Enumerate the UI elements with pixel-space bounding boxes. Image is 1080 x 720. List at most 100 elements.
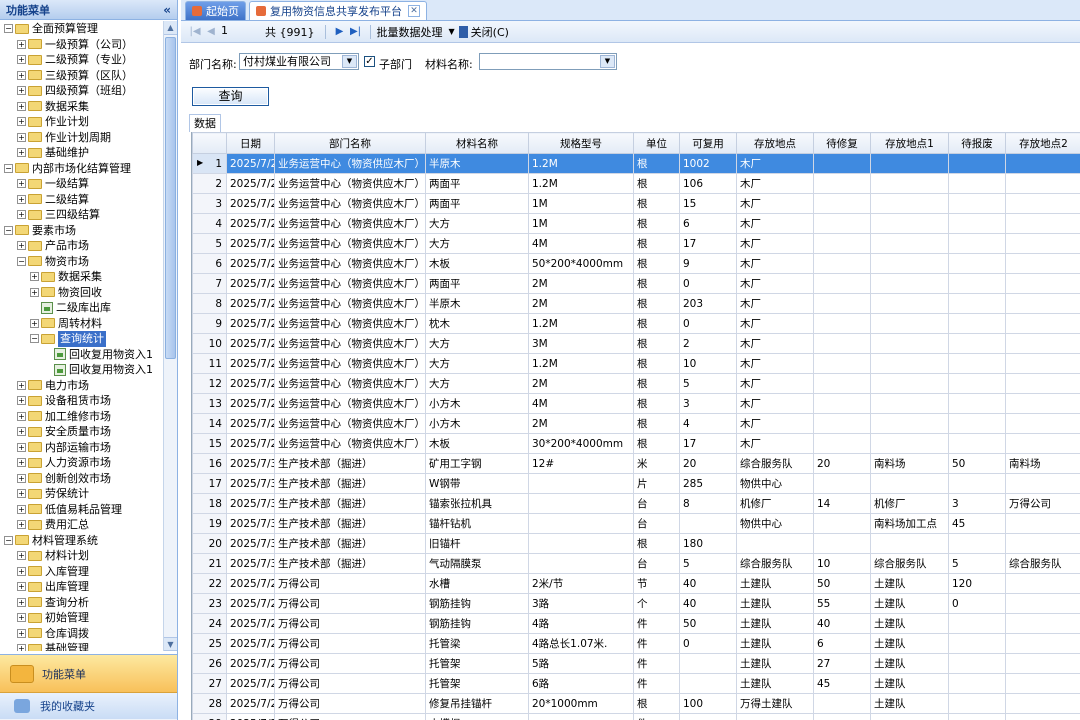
table-cell[interactable] (870, 533, 949, 554)
expand-icon[interactable]: + (17, 411, 26, 421)
table-cell[interactable]: 业务运营中心（物资供应木厂） (274, 153, 426, 174)
tree-node[interactable]: + 三四级结算 (0, 207, 163, 223)
table-cell[interactable]: 2025/7/2 (226, 413, 275, 434)
table-row[interactable]: 6 2025/7/2 业务运营中心（物资供应木厂） 木板 50*200*4000mm 根 9… (192, 253, 1080, 274)
table-cell[interactable]: 钢筋挂钩 (425, 593, 529, 614)
table-cell[interactable] (948, 333, 1006, 354)
expand-icon[interactable]: + (17, 644, 26, 651)
table-cell[interactable] (813, 293, 871, 314)
table-cell[interactable]: 根 (633, 213, 680, 234)
table-cell[interactable] (948, 673, 1006, 694)
table-cell[interactable]: 木厂 (736, 153, 814, 174)
table-cell[interactable]: 9 (679, 253, 737, 274)
table-cell[interactable]: 27 (813, 653, 871, 674)
chevron-down-icon[interactable]: ▼ (342, 55, 357, 68)
row-number[interactable]: 3 (192, 193, 227, 214)
row-number[interactable]: 25 (192, 633, 227, 654)
tree-node[interactable]: + 安全质量市场 (0, 424, 163, 440)
table-cell[interactable]: 木厂 (736, 353, 814, 374)
table-cell[interactable]: 40 (679, 593, 737, 614)
table-cell[interactable] (948, 473, 1006, 494)
tree-node[interactable]: + 作业计划周期 (0, 130, 163, 146)
table-cell[interactable]: 203 (679, 293, 737, 314)
table-cell[interactable]: 根 (633, 253, 680, 274)
dropdown-arrow-icon[interactable]: ▼ (449, 27, 455, 36)
table-cell[interactable] (948, 633, 1006, 654)
collapse-icon[interactable]: « (163, 3, 171, 17)
table-cell[interactable]: 50*200*4000mm (528, 253, 634, 274)
table-cell[interactable] (948, 413, 1006, 434)
table-cell[interactable]: 大方 (425, 373, 529, 394)
table-cell[interactable]: 2M (528, 373, 634, 394)
table-cell[interactable]: 台 (633, 553, 680, 574)
table-cell[interactable]: 10 (679, 353, 737, 374)
table-cell[interactable]: 2025/7/3 (226, 513, 275, 534)
table-cell[interactable] (1005, 433, 1080, 454)
table-cell[interactable]: 根 (633, 173, 680, 194)
table-cell[interactable]: 件 (633, 633, 680, 654)
data-grid[interactable]: 日期 部门名称 材料名称 规格型号 单位 可复用 存放地点 待修复 存放地点1 待报废 存放地点2 … (191, 132, 1080, 720)
table-cell[interactable]: 机修厂 (736, 493, 814, 514)
table-cell[interactable]: 50 (679, 613, 737, 634)
table-cell[interactable]: 万得公司 (274, 673, 426, 694)
table-row[interactable]: 24 2025/7/2 万得公司 钢筋挂钩 4路件 50 土建队 40 土建队 (192, 613, 1080, 634)
table-cell[interactable] (948, 173, 1006, 194)
table-cell[interactable] (813, 353, 871, 374)
table-cell[interactable] (813, 393, 871, 414)
collapse-node-icon[interactable]: − (4, 163, 13, 173)
table-cell[interactable]: 2025/7/2 (226, 433, 275, 454)
tree-node[interactable]: 回收复用物资入1 (0, 362, 163, 378)
table-cell[interactable] (948, 273, 1006, 294)
collapse-node-icon[interactable]: − (4, 24, 13, 34)
table-cell[interactable]: 业务运营中心（物资供应木厂） (274, 253, 426, 274)
table-cell[interactable]: 万得公司 (274, 633, 426, 654)
data-tab[interactable]: 数据 (189, 114, 221, 132)
tree-node[interactable]: − 要素市场 (0, 223, 163, 239)
prev-page-icon[interactable]: ◀ (203, 26, 219, 37)
expand-icon[interactable]: + (17, 380, 26, 390)
row-number[interactable]: 19 (192, 513, 227, 534)
table-cell[interactable]: 2025/7/2 (226, 213, 275, 234)
table-cell[interactable]: 木板 (425, 253, 529, 274)
table-cell[interactable]: 1.2M (528, 353, 634, 374)
row-number[interactable]: 26 (192, 653, 227, 674)
table-cell[interactable]: 1M (528, 213, 634, 234)
last-page-icon[interactable]: ▶| (348, 26, 364, 37)
table-cell[interactable] (948, 613, 1006, 634)
table-cell[interactable] (870, 433, 949, 454)
page-number-input[interactable]: 1 (219, 24, 261, 39)
table-cell[interactable] (948, 393, 1006, 414)
row-number[interactable]: 2 (192, 173, 227, 194)
table-cell[interactable]: 根 (633, 693, 680, 714)
expand-icon[interactable]: + (17, 148, 26, 158)
column-header[interactable]: 单位 (633, 132, 680, 154)
table-cell[interactable]: 业务运营中心（物资供应木厂） (274, 313, 426, 334)
table-cell[interactable]: 水槽 (425, 573, 529, 594)
expand-icon[interactable]: + (17, 582, 26, 592)
table-cell[interactable]: 半原木 (425, 153, 529, 174)
table-cell[interactable]: 钢筋挂钩 (425, 613, 529, 634)
table-cell[interactable]: 气动隔膜泵 (425, 553, 529, 574)
row-number[interactable]: 29 (192, 713, 227, 720)
table-cell[interactable]: 2M (528, 273, 634, 294)
table-cell[interactable]: 3路 (528, 593, 634, 614)
table-cell[interactable]: 6路 (528, 673, 634, 694)
table-cell[interactable]: 6 (813, 633, 871, 654)
table-cell[interactable]: 15 (679, 193, 737, 214)
table-cell[interactable]: 台 (633, 493, 680, 514)
tree-node[interactable]: + 四级预算（班组） (0, 83, 163, 99)
table-cell[interactable] (1005, 713, 1080, 720)
tree-node[interactable]: + 内部运输市场 (0, 440, 163, 456)
table-cell[interactable]: 4 (679, 413, 737, 434)
table-cell[interactable] (528, 473, 634, 494)
table-cell[interactable] (870, 253, 949, 274)
table-cell[interactable]: 矿用工字钢 (425, 453, 529, 474)
table-cell[interactable]: 4路总长1.07米. (528, 633, 634, 654)
tree-node[interactable]: + 费用汇总 (0, 517, 163, 533)
material-name-combo[interactable]: ▼ (479, 53, 617, 70)
table-cell[interactable]: 旧锚杆 (425, 533, 529, 554)
row-number[interactable]: 21 (192, 553, 227, 574)
table-cell[interactable]: 生产技术部（掘进） (274, 513, 426, 534)
expand-icon[interactable]: + (17, 551, 26, 561)
table-cell[interactable]: 2米/节 (528, 573, 634, 594)
